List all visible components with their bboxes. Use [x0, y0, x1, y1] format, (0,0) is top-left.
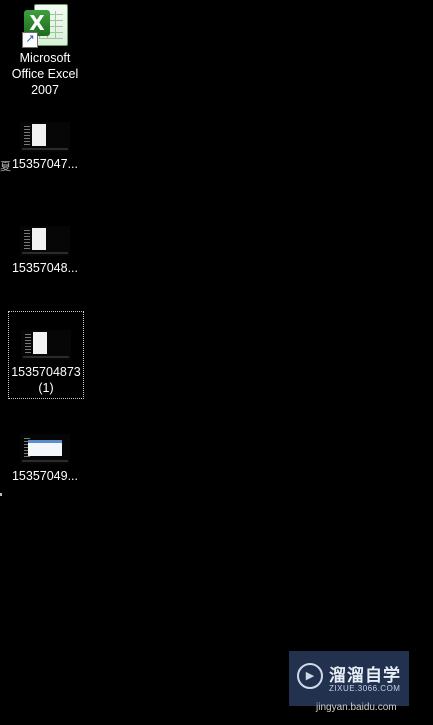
cropped-edge-mark: [0, 493, 2, 496]
desktop-icon-label: 15357049...: [11, 469, 79, 483]
desktop-icon-screenshot-4[interactable]: 15357049...: [8, 434, 82, 484]
shortcut-arrow-icon: ↗: [22, 32, 38, 48]
screenshot-thumbnail-icon: [21, 330, 71, 360]
desktop-icon-label: 15357047...: [11, 157, 79, 171]
desktop-icon-label: Microsoft Office Excel 2007: [11, 51, 79, 97]
screenshot-thumbnail-icon: [20, 226, 70, 256]
zixue-watermark: ▶ 溜溜自学 ZIXUE.3066.COM: [289, 651, 409, 706]
source-caption: jingyan.baidu.com: [316, 702, 397, 713]
play-circle-icon: ▶: [297, 663, 323, 689]
excel-icon: X ↗: [22, 2, 68, 48]
desktop-icon-screenshot-1[interactable]: 15357047...: [8, 122, 82, 172]
desktop: 夏 X ↗ Microsoft Office Excel 2007 153570…: [0, 0, 433, 725]
desktop-icon-screenshot-3[interactable]: 1535704873 (1): [8, 311, 84, 399]
desktop-icon-label: 15357048...: [11, 261, 79, 275]
watermark-subtitle: ZIXUE.3066.COM: [329, 684, 401, 693]
desktop-icon-label: 1535704873 (1): [11, 365, 81, 395]
watermark-title: 溜溜自学: [329, 666, 401, 686]
desktop-icon-screenshot-2[interactable]: 15357048...: [8, 226, 82, 276]
desktop-icon-excel-2007[interactable]: X ↗ Microsoft Office Excel 2007: [8, 2, 82, 98]
screenshot-thumbnail-icon: [20, 122, 70, 152]
screenshot-thumbnail-icon: [20, 434, 70, 464]
